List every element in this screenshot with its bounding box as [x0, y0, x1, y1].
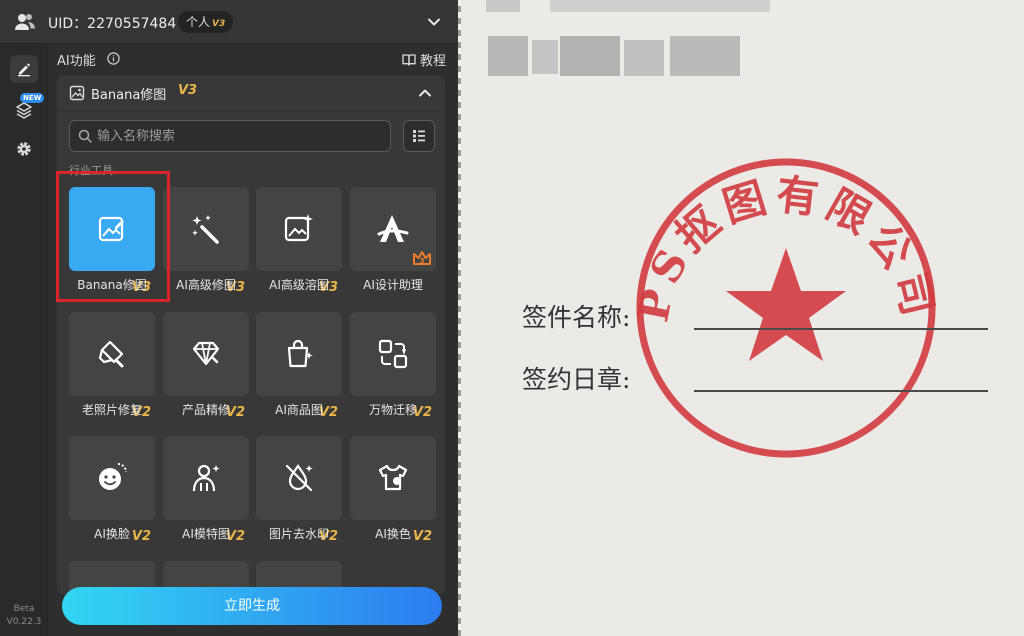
- blurred-text: [550, 0, 770, 12]
- search-input[interactable]: [97, 121, 387, 151]
- beta-label: Beta: [13, 604, 35, 614]
- tool-label: 万物迁移: [368, 403, 417, 417]
- tool-label: AI换脸: [94, 527, 130, 541]
- tool-ai-advanced-edit[interactable]: V3 AI高级修图: [163, 187, 249, 297]
- selection-highlight: [56, 171, 170, 302]
- photo-repair-icon: [98, 340, 124, 368]
- plan-badge: 个人 V3: [178, 11, 234, 33]
- search-box: [69, 120, 391, 152]
- search-icon: [78, 129, 92, 143]
- panel-divider: [458, 0, 461, 636]
- design-assistant-icon: [377, 215, 409, 242]
- image-sparkle-icon: [284, 214, 313, 242]
- users-icon: [15, 14, 35, 30]
- tool-product-retouch[interactable]: V2 产品精修: [163, 312, 249, 422]
- blurred-text: [488, 36, 528, 76]
- transfer-icon: [378, 339, 408, 369]
- blurred-text: [624, 40, 664, 76]
- layers-icon: [16, 102, 32, 119]
- ai-tools-panel: UID：2270557484 个人 V3 NEW Beta V0.22.3 AI…: [0, 0, 458, 636]
- tool-card: Banana修图 V3 行业工具: [57, 75, 445, 595]
- magic-wand-icon: [192, 215, 219, 244]
- info-icon[interactable]: [107, 52, 120, 65]
- tool-label: AI换色: [375, 527, 411, 541]
- tool-label: 图片去水印: [268, 527, 329, 541]
- signing-date-line: [694, 390, 988, 392]
- tool-card-version: V3: [178, 83, 198, 98]
- pen-icon: [18, 63, 31, 77]
- shopping-bag-icon: [287, 339, 313, 368]
- tool-ai-model-image[interactable]: V2 AI模特图: [163, 436, 249, 546]
- list-view-icon: [413, 130, 425, 142]
- chevron-down-icon[interactable]: [426, 14, 442, 30]
- list-view-button[interactable]: [403, 120, 435, 152]
- chevron-up-icon[interactable]: [417, 85, 433, 101]
- signing-name-label: 签件名称:: [522, 303, 631, 332]
- face-swap-icon: [99, 463, 127, 490]
- tutorial-link[interactable]: 教程: [402, 50, 446, 69]
- tool-label: AI设计助理: [363, 278, 423, 292]
- book-icon: [402, 54, 416, 66]
- document-preview: PS抠图有限公司 签件名称: 签约日章:: [458, 0, 1024, 636]
- new-badge: NEW: [20, 93, 45, 103]
- tool-ai-product-image[interactable]: V2 AI商品图: [256, 312, 342, 422]
- tool-old-photo-repair[interactable]: V2 老照片修复: [69, 312, 155, 422]
- image-icon: [69, 85, 85, 101]
- tool-rail: NEW Beta V0.22.3: [0, 44, 48, 636]
- ai-section-title: AI功能: [57, 54, 96, 69]
- generate-button[interactable]: 立即生成: [62, 587, 442, 625]
- tool-label: AI模特图: [182, 527, 230, 541]
- tool-label: AI商品图: [275, 403, 323, 417]
- model-icon: [192, 464, 220, 492]
- account-bar[interactable]: UID：2270557484 个人 V3: [0, 0, 458, 44]
- tool-ai-advanced-blend[interactable]: V3 AI高级溶图: [256, 187, 342, 297]
- blurred-text: [560, 36, 620, 76]
- svg-text:3: 3: [420, 257, 425, 265]
- tool-card-title: Banana修图: [91, 88, 167, 103]
- tool-label: AI高级修图: [176, 278, 236, 292]
- tool-label: 产品精修: [181, 403, 230, 417]
- tutorial-label: 教程: [420, 54, 447, 69]
- recolor-shirt-icon: [378, 464, 408, 491]
- version-label: V0.22.3: [6, 617, 42, 627]
- signing-date-label: 签约日章:: [522, 365, 631, 394]
- tool-ai-recolor[interactable]: V2 AI换色: [350, 436, 436, 546]
- tool-card-header[interactable]: Banana修图 V3: [57, 75, 445, 111]
- blurred-text: [670, 36, 740, 76]
- tool-label: 老照片修复: [81, 403, 142, 417]
- tool-label: AI高级溶图: [269, 278, 329, 292]
- gear-icon: [17, 142, 31, 156]
- plan-version: V3: [212, 19, 226, 29]
- tool-remove-watermark[interactable]: V2 图片去水印: [256, 436, 342, 546]
- signing-name-line: [694, 328, 988, 330]
- tool-object-transfer[interactable]: V2 万物迁移: [350, 312, 436, 422]
- tool-ai-face-swap[interactable]: V2 AI换脸: [69, 436, 155, 546]
- diamond-icon: [192, 341, 220, 366]
- crown-icon: 3: [413, 251, 431, 265]
- blurred-text: [532, 40, 558, 74]
- rail-settings-button[interactable]: [10, 135, 38, 163]
- plan-label: 个人: [186, 15, 211, 29]
- rail-edit-button[interactable]: [10, 55, 38, 83]
- tool-ai-design-assistant[interactable]: 3 AI设计助理: [350, 187, 436, 297]
- blurred-text: [486, 0, 520, 12]
- remove-watermark-icon: [285, 464, 313, 492]
- company-seal: PS抠图有限公司: [628, 158, 938, 458]
- uid-label: UID：2270557484: [48, 16, 177, 32]
